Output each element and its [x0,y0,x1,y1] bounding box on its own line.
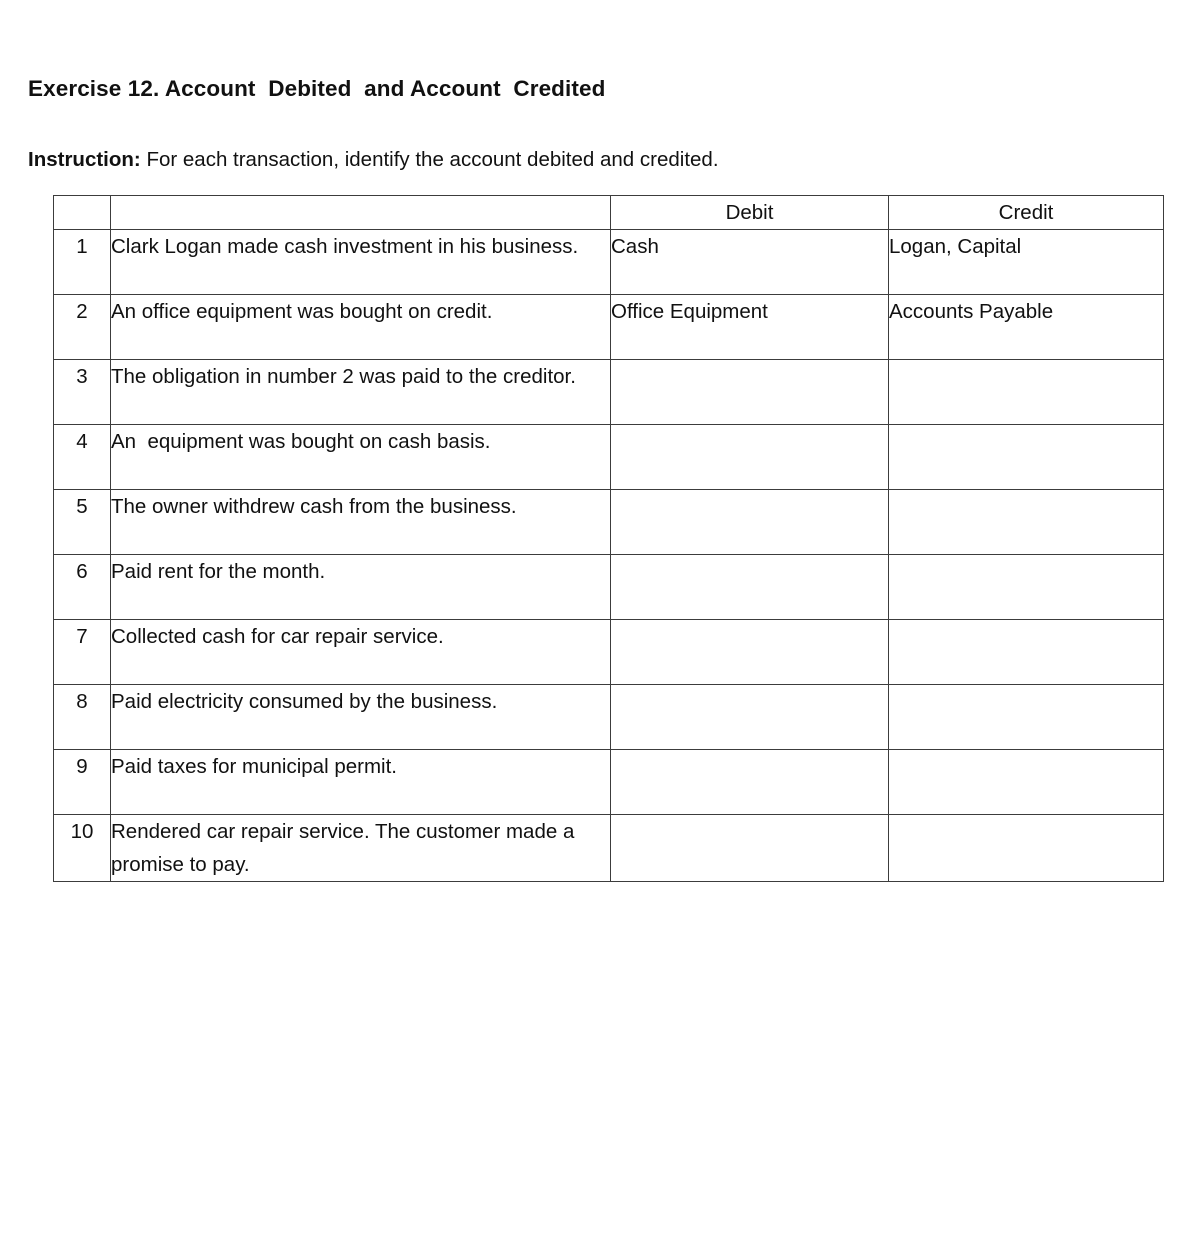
row-debit-field[interactable] [610,554,889,620]
row-number: 2 [53,294,111,360]
row-credit-field[interactable] [888,554,1164,620]
row-number: 10 [53,814,111,882]
row-credit-field[interactable] [888,359,1164,425]
header-credit: Credit [888,195,1164,230]
row-debit-field[interactable]: Office Equipment [610,294,889,360]
row-transaction: Paid rent for the month. [110,554,611,620]
row-transaction: An office equipment was bought on credit… [110,294,611,360]
table-row: 8 Paid electricity consumed by the busin… [53,684,1164,750]
header-transaction [110,195,611,230]
instruction-line: Instruction: For each transaction, ident… [28,148,719,173]
row-transaction: Collected cash for car repair service. [110,619,611,685]
row-credit-field[interactable] [888,424,1164,490]
row-number: 9 [53,749,111,815]
table-header-row: Debit Credit [53,195,1164,230]
row-credit-field[interactable] [888,814,1164,882]
row-credit-field[interactable]: Logan, Capital [888,229,1164,295]
table-row: 2 An office equipment was bought on cred… [53,294,1164,360]
row-credit-field[interactable] [888,619,1164,685]
table-row: 6 Paid rent for the month. [53,554,1164,620]
row-number: 3 [53,359,111,425]
row-credit-field[interactable] [888,684,1164,750]
row-debit-field[interactable]: Cash [610,229,889,295]
instruction-label: Instruction: [28,147,141,171]
worksheet-page: Exercise 12. Account Debited and Account… [0,0,1200,1260]
table-row: 4 An equipment was bought on cash basis. [53,424,1164,490]
row-debit-field[interactable] [610,814,889,882]
table-row: 5 The owner withdrew cash from the busin… [53,489,1164,555]
table-row: 10 Rendered car repair service. The cust… [53,814,1164,882]
row-transaction: The obligation in number 2 was paid to t… [110,359,611,425]
row-credit-field[interactable] [888,489,1164,555]
row-transaction: Paid electricity consumed by the busines… [110,684,611,750]
table-row: 1 Clark Logan made cash investment in hi… [53,229,1164,295]
row-number: 1 [53,229,111,295]
row-transaction: The owner withdrew cash from the busines… [110,489,611,555]
table-row: 3 The obligation in number 2 was paid to… [53,359,1164,425]
row-transaction: Paid taxes for municipal permit. [110,749,611,815]
row-transaction: Clark Logan made cash investment in his … [110,229,611,295]
account-debited-credited-table: Debit Credit 1 Clark Logan made cash inv… [53,195,1164,882]
instruction-text: For each transaction, identify the accou… [140,147,719,171]
row-debit-field[interactable] [610,684,889,750]
row-debit-field[interactable] [610,424,889,490]
row-credit-field[interactable] [888,749,1164,815]
row-number: 8 [53,684,111,750]
row-debit-field[interactable] [610,489,889,555]
header-debit: Debit [610,195,889,230]
row-number: 5 [53,489,111,555]
row-debit-field[interactable] [610,749,889,815]
row-transaction: An equipment was bought on cash basis. [110,424,611,490]
row-number: 6 [53,554,111,620]
table-row: 7 Collected cash for car repair service. [53,619,1164,685]
header-number [53,195,111,230]
row-number: 4 [53,424,111,490]
row-transaction: Rendered car repair service. The custome… [110,814,611,882]
row-debit-field[interactable] [610,619,889,685]
row-number: 7 [53,619,111,685]
row-credit-field[interactable]: Accounts Payable [888,294,1164,360]
page-title: Exercise 12. Account Debited and Account… [28,76,606,102]
table-row: 9 Paid taxes for municipal permit. [53,749,1164,815]
row-debit-field[interactable] [610,359,889,425]
